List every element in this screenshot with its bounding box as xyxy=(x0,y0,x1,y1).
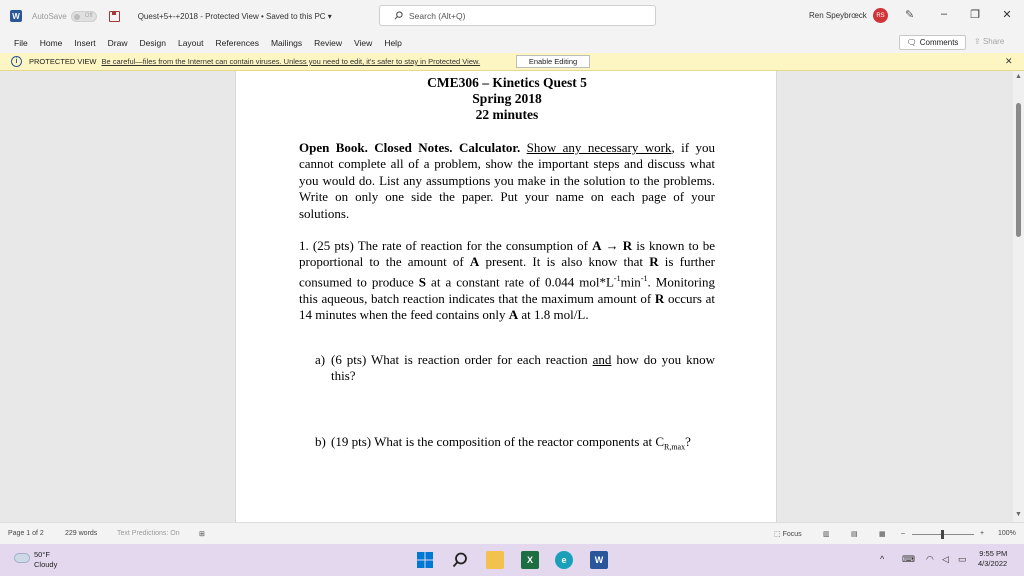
focus-button[interactable]: ⬚ Focus xyxy=(774,530,802,538)
minimize-icon[interactable]: – xyxy=(937,8,951,20)
chevron-up-icon[interactable]: ^ xyxy=(880,554,884,564)
exam-term: Spring 2018 xyxy=(472,91,542,106)
search-box[interactable]: Search (Alt+Q) xyxy=(379,5,656,26)
instructions-underlined: Show any necessary work xyxy=(526,140,672,155)
scroll-up-icon[interactable]: ▲ xyxy=(1015,73,1022,80)
tab-references[interactable]: References xyxy=(216,38,259,48)
zoom-level[interactable]: 100% xyxy=(998,530,1016,537)
question-a: (6 pts) What is reaction order for each … xyxy=(331,352,715,384)
vertical-scrollbar[interactable]: ▲ ▼ xyxy=(1013,71,1024,522)
protected-view-message[interactable]: Be careful—files from the Internet can c… xyxy=(102,57,481,66)
exam-duration: 22 minutes xyxy=(475,107,539,122)
share-label: Share xyxy=(982,37,1005,46)
autosave-switch[interactable]: Off xyxy=(70,10,97,22)
weather-condition: Cloudy xyxy=(34,560,58,569)
clock-time: 9:55 PM xyxy=(979,549,1008,558)
question-a-number: a) xyxy=(315,352,326,367)
question-b-number: b) xyxy=(315,434,326,449)
share-icon: ⇪ xyxy=(974,37,981,46)
document-canvas[interactable]: CME306 – Kinetics Quest 5 Spring 2018 22… xyxy=(0,71,1013,522)
weather-widget[interactable]: 50°F Cloudy xyxy=(34,550,57,570)
tab-insert[interactable]: Insert xyxy=(74,38,95,48)
word-taskbar-icon[interactable]: W xyxy=(590,551,608,569)
avatar[interactable]: RS xyxy=(873,8,888,23)
document-title[interactable]: Quest+5+-+2018 - Protected View • Saved … xyxy=(138,12,332,21)
question-1: 1. (25 pts) The rate of reaction for the… xyxy=(299,238,716,322)
focus-icon: ⬚ xyxy=(774,531,781,538)
clock-date: 4/3/2022 xyxy=(978,559,1008,568)
word-count[interactable]: 229 words xyxy=(65,530,97,537)
battery-icon[interactable]: ▭ xyxy=(958,554,967,565)
tab-mailings[interactable]: Mailings xyxy=(271,38,302,48)
volume-icon[interactable]: ◁ xyxy=(942,554,949,565)
save-icon[interactable] xyxy=(108,10,120,22)
tab-view[interactable]: View xyxy=(354,38,372,48)
excel-icon[interactable]: X xyxy=(521,551,539,569)
document-page[interactable]: CME306 – Kinetics Quest 5 Spring 2018 22… xyxy=(235,71,777,522)
taskbar: 50°F Cloudy X e W ^ ⌨ ◠ ◁ ▭ 9:55 PM 4/3/… xyxy=(0,544,1024,576)
tab-layout[interactable]: Layout xyxy=(178,38,204,48)
search-icon xyxy=(394,11,403,20)
zoom-in-icon[interactable]: + xyxy=(980,530,984,537)
comments-button[interactable]: 🗨 Comments xyxy=(899,35,966,50)
comments-label: Comments xyxy=(919,38,959,47)
web-layout-icon[interactable]: ▦ xyxy=(879,530,886,538)
file-explorer-icon[interactable] xyxy=(486,551,504,569)
tab-design[interactable]: Design xyxy=(140,38,166,48)
tab-review[interactable]: Review xyxy=(314,38,342,48)
page-count[interactable]: Page 1 of 2 xyxy=(8,530,44,537)
pen-icon[interactable]: ✎ xyxy=(905,8,914,21)
search-icon[interactable] xyxy=(451,551,469,569)
tab-draw[interactable]: Draw xyxy=(108,38,128,48)
info-icon: i xyxy=(11,56,22,67)
close-icon[interactable]: ✕ xyxy=(1000,8,1014,21)
tab-help[interactable]: Help xyxy=(384,38,401,48)
system-clock[interactable]: 9:55 PM 4/3/2022 xyxy=(978,549,1007,569)
user-name[interactable]: Ren Speybrœck xyxy=(809,11,867,20)
autosave-toggle[interactable]: AutoSave Off xyxy=(32,10,97,22)
search-placeholder: Search (Alt+Q) xyxy=(409,10,466,21)
question-b: (19 pts) What is the composition of the … xyxy=(331,434,691,452)
restore-icon[interactable]: ❐ xyxy=(968,8,982,21)
scroll-down-icon[interactable]: ▼ xyxy=(1015,511,1022,518)
ribbon-tabs: File Home Insert Draw Design Layout Refe… xyxy=(0,32,1024,53)
protected-view-bar: i PROTECTED VIEW Be careful—files from t… xyxy=(0,53,1024,71)
wifi-icon[interactable]: ◠ xyxy=(926,554,934,565)
read-mode-icon[interactable]: ▥ xyxy=(823,530,830,538)
word-app-icon: W xyxy=(10,10,22,22)
windows-start-icon[interactable] xyxy=(416,551,434,569)
status-bar: Page 1 of 2 229 words Text Predictions: … xyxy=(0,522,1024,544)
zoom-slider-handle[interactable] xyxy=(941,530,944,539)
accessibility-icon[interactable]: ⊞ xyxy=(199,530,205,538)
edge-icon[interactable]: e xyxy=(555,551,573,569)
instructions-paragraph: Open Book. Closed Notes. Calculator. Sho… xyxy=(299,140,715,222)
weather-temp: 50°F xyxy=(34,550,50,559)
protected-view-label: PROTECTED VIEW xyxy=(29,57,97,66)
keyboard-icon[interactable]: ⌨ xyxy=(902,554,915,565)
share-button[interactable]: ⇪ Share xyxy=(974,37,1004,46)
tab-file[interactable]: File xyxy=(14,38,28,48)
print-layout-icon[interactable]: ▤ xyxy=(851,530,858,538)
tab-home[interactable]: Home xyxy=(40,38,63,48)
comment-icon: 🗨 xyxy=(906,38,917,47)
autosave-label: AutoSave xyxy=(32,11,67,21)
zoom-out-icon[interactable]: – xyxy=(901,530,905,537)
text-predictions[interactable]: Text Predictions: On xyxy=(117,530,180,537)
cloud-icon[interactable] xyxy=(14,553,30,563)
close-icon[interactable]: ✕ xyxy=(1005,56,1013,67)
enable-editing-button[interactable]: Enable Editing xyxy=(516,55,590,68)
instructions-bold: Open Book. Closed Notes. Calculator. xyxy=(299,140,521,155)
scrollbar-thumb[interactable] xyxy=(1016,103,1021,237)
exam-title: CME306 – Kinetics Quest 5 xyxy=(427,75,587,90)
